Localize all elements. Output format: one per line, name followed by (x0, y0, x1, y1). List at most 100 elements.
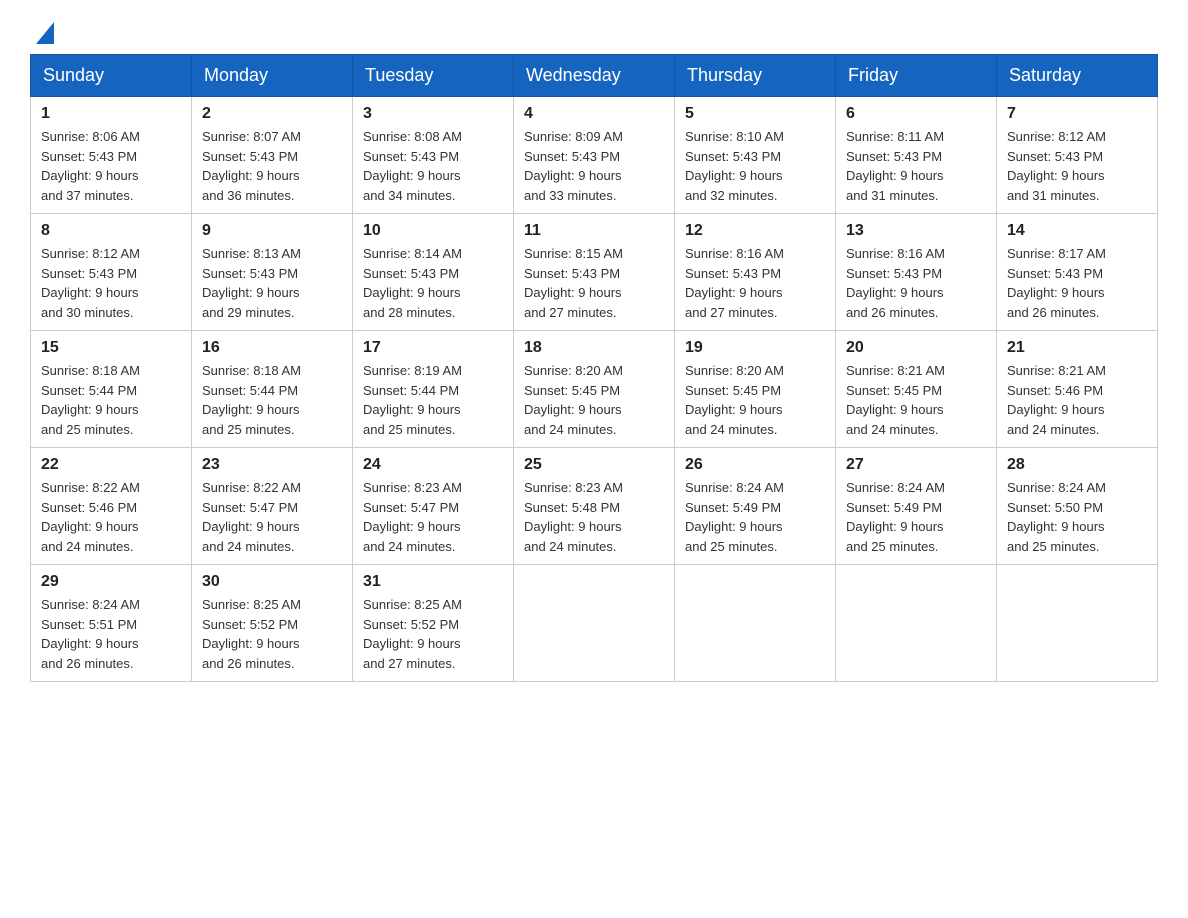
day-info: Sunrise: 8:08 AMSunset: 5:43 PMDaylight:… (363, 127, 503, 205)
day-number: 14 (1007, 222, 1147, 240)
day-number: 13 (846, 222, 986, 240)
calendar-cell: 13 Sunrise: 8:16 AMSunset: 5:43 PMDaylig… (836, 214, 997, 331)
day-number: 16 (202, 339, 342, 357)
day-info: Sunrise: 8:23 AMSunset: 5:48 PMDaylight:… (524, 478, 664, 556)
day-number: 18 (524, 339, 664, 357)
column-header-monday: Monday (192, 55, 353, 97)
day-info: Sunrise: 8:25 AMSunset: 5:52 PMDaylight:… (363, 595, 503, 673)
day-number: 3 (363, 105, 503, 123)
day-info: Sunrise: 8:21 AMSunset: 5:46 PMDaylight:… (1007, 361, 1147, 439)
calendar-header-row: SundayMondayTuesdayWednesdayThursdayFrid… (31, 55, 1158, 97)
day-info: Sunrise: 8:12 AMSunset: 5:43 PMDaylight:… (41, 244, 181, 322)
calendar-week-3: 15 Sunrise: 8:18 AMSunset: 5:44 PMDaylig… (31, 331, 1158, 448)
day-info: Sunrise: 8:25 AMSunset: 5:52 PMDaylight:… (202, 595, 342, 673)
calendar-cell: 29 Sunrise: 8:24 AMSunset: 5:51 PMDaylig… (31, 565, 192, 682)
day-info: Sunrise: 8:09 AMSunset: 5:43 PMDaylight:… (524, 127, 664, 205)
day-info: Sunrise: 8:06 AMSunset: 5:43 PMDaylight:… (41, 127, 181, 205)
day-number: 23 (202, 456, 342, 474)
calendar-cell: 17 Sunrise: 8:19 AMSunset: 5:44 PMDaylig… (353, 331, 514, 448)
day-number: 2 (202, 105, 342, 123)
day-number: 11 (524, 222, 664, 240)
calendar-cell: 22 Sunrise: 8:22 AMSunset: 5:46 PMDaylig… (31, 448, 192, 565)
day-number: 6 (846, 105, 986, 123)
day-number: 31 (363, 573, 503, 591)
column-header-thursday: Thursday (675, 55, 836, 97)
column-header-saturday: Saturday (997, 55, 1158, 97)
calendar-cell (514, 565, 675, 682)
calendar-week-5: 29 Sunrise: 8:24 AMSunset: 5:51 PMDaylig… (31, 565, 1158, 682)
calendar-cell: 7 Sunrise: 8:12 AMSunset: 5:43 PMDayligh… (997, 97, 1158, 214)
calendar-cell: 18 Sunrise: 8:20 AMSunset: 5:45 PMDaylig… (514, 331, 675, 448)
day-number: 12 (685, 222, 825, 240)
day-info: Sunrise: 8:18 AMSunset: 5:44 PMDaylight:… (202, 361, 342, 439)
calendar-cell: 19 Sunrise: 8:20 AMSunset: 5:45 PMDaylig… (675, 331, 836, 448)
day-number: 15 (41, 339, 181, 357)
day-number: 26 (685, 456, 825, 474)
column-header-sunday: Sunday (31, 55, 192, 97)
day-number: 9 (202, 222, 342, 240)
day-number: 20 (846, 339, 986, 357)
day-info: Sunrise: 8:07 AMSunset: 5:43 PMDaylight:… (202, 127, 342, 205)
day-info: Sunrise: 8:18 AMSunset: 5:44 PMDaylight:… (41, 361, 181, 439)
column-header-friday: Friday (836, 55, 997, 97)
logo (30, 20, 54, 36)
calendar-cell: 23 Sunrise: 8:22 AMSunset: 5:47 PMDaylig… (192, 448, 353, 565)
calendar-cell: 8 Sunrise: 8:12 AMSunset: 5:43 PMDayligh… (31, 214, 192, 331)
calendar-cell: 27 Sunrise: 8:24 AMSunset: 5:49 PMDaylig… (836, 448, 997, 565)
day-info: Sunrise: 8:24 AMSunset: 5:50 PMDaylight:… (1007, 478, 1147, 556)
day-info: Sunrise: 8:22 AMSunset: 5:46 PMDaylight:… (41, 478, 181, 556)
calendar-week-1: 1 Sunrise: 8:06 AMSunset: 5:43 PMDayligh… (31, 97, 1158, 214)
calendar-cell: 3 Sunrise: 8:08 AMSunset: 5:43 PMDayligh… (353, 97, 514, 214)
calendar-cell: 5 Sunrise: 8:10 AMSunset: 5:43 PMDayligh… (675, 97, 836, 214)
day-info: Sunrise: 8:16 AMSunset: 5:43 PMDaylight:… (846, 244, 986, 322)
day-info: Sunrise: 8:24 AMSunset: 5:49 PMDaylight:… (846, 478, 986, 556)
calendar-cell: 11 Sunrise: 8:15 AMSunset: 5:43 PMDaylig… (514, 214, 675, 331)
day-number: 22 (41, 456, 181, 474)
day-info: Sunrise: 8:20 AMSunset: 5:45 PMDaylight:… (685, 361, 825, 439)
calendar-week-2: 8 Sunrise: 8:12 AMSunset: 5:43 PMDayligh… (31, 214, 1158, 331)
calendar-cell (997, 565, 1158, 682)
day-info: Sunrise: 8:22 AMSunset: 5:47 PMDaylight:… (202, 478, 342, 556)
day-number: 19 (685, 339, 825, 357)
calendar-cell: 25 Sunrise: 8:23 AMSunset: 5:48 PMDaylig… (514, 448, 675, 565)
calendar-cell: 21 Sunrise: 8:21 AMSunset: 5:46 PMDaylig… (997, 331, 1158, 448)
calendar-cell: 20 Sunrise: 8:21 AMSunset: 5:45 PMDaylig… (836, 331, 997, 448)
calendar-week-4: 22 Sunrise: 8:22 AMSunset: 5:46 PMDaylig… (31, 448, 1158, 565)
calendar-cell: 24 Sunrise: 8:23 AMSunset: 5:47 PMDaylig… (353, 448, 514, 565)
day-info: Sunrise: 8:16 AMSunset: 5:43 PMDaylight:… (685, 244, 825, 322)
calendar-cell: 15 Sunrise: 8:18 AMSunset: 5:44 PMDaylig… (31, 331, 192, 448)
column-header-wednesday: Wednesday (514, 55, 675, 97)
day-info: Sunrise: 8:12 AMSunset: 5:43 PMDaylight:… (1007, 127, 1147, 205)
day-number: 5 (685, 105, 825, 123)
calendar-cell: 31 Sunrise: 8:25 AMSunset: 5:52 PMDaylig… (353, 565, 514, 682)
day-info: Sunrise: 8:19 AMSunset: 5:44 PMDaylight:… (363, 361, 503, 439)
day-number: 30 (202, 573, 342, 591)
calendar-cell: 28 Sunrise: 8:24 AMSunset: 5:50 PMDaylig… (997, 448, 1158, 565)
calendar-cell: 1 Sunrise: 8:06 AMSunset: 5:43 PMDayligh… (31, 97, 192, 214)
day-number: 24 (363, 456, 503, 474)
day-number: 4 (524, 105, 664, 123)
calendar-cell (675, 565, 836, 682)
day-number: 29 (41, 573, 181, 591)
day-info: Sunrise: 8:14 AMSunset: 5:43 PMDaylight:… (363, 244, 503, 322)
day-info: Sunrise: 8:23 AMSunset: 5:47 PMDaylight:… (363, 478, 503, 556)
calendar-cell: 12 Sunrise: 8:16 AMSunset: 5:43 PMDaylig… (675, 214, 836, 331)
day-info: Sunrise: 8:11 AMSunset: 5:43 PMDaylight:… (846, 127, 986, 205)
day-number: 28 (1007, 456, 1147, 474)
calendar-cell: 4 Sunrise: 8:09 AMSunset: 5:43 PMDayligh… (514, 97, 675, 214)
day-info: Sunrise: 8:24 AMSunset: 5:49 PMDaylight:… (685, 478, 825, 556)
day-info: Sunrise: 8:10 AMSunset: 5:43 PMDaylight:… (685, 127, 825, 205)
calendar-cell: 30 Sunrise: 8:25 AMSunset: 5:52 PMDaylig… (192, 565, 353, 682)
day-info: Sunrise: 8:17 AMSunset: 5:43 PMDaylight:… (1007, 244, 1147, 322)
calendar-table: SundayMondayTuesdayWednesdayThursdayFrid… (30, 54, 1158, 682)
day-number: 8 (41, 222, 181, 240)
calendar-cell (836, 565, 997, 682)
calendar-cell: 26 Sunrise: 8:24 AMSunset: 5:49 PMDaylig… (675, 448, 836, 565)
page-header (30, 20, 1158, 36)
column-header-tuesday: Tuesday (353, 55, 514, 97)
calendar-cell: 14 Sunrise: 8:17 AMSunset: 5:43 PMDaylig… (997, 214, 1158, 331)
day-info: Sunrise: 8:21 AMSunset: 5:45 PMDaylight:… (846, 361, 986, 439)
calendar-cell: 16 Sunrise: 8:18 AMSunset: 5:44 PMDaylig… (192, 331, 353, 448)
calendar-cell: 2 Sunrise: 8:07 AMSunset: 5:43 PMDayligh… (192, 97, 353, 214)
day-info: Sunrise: 8:15 AMSunset: 5:43 PMDaylight:… (524, 244, 664, 322)
